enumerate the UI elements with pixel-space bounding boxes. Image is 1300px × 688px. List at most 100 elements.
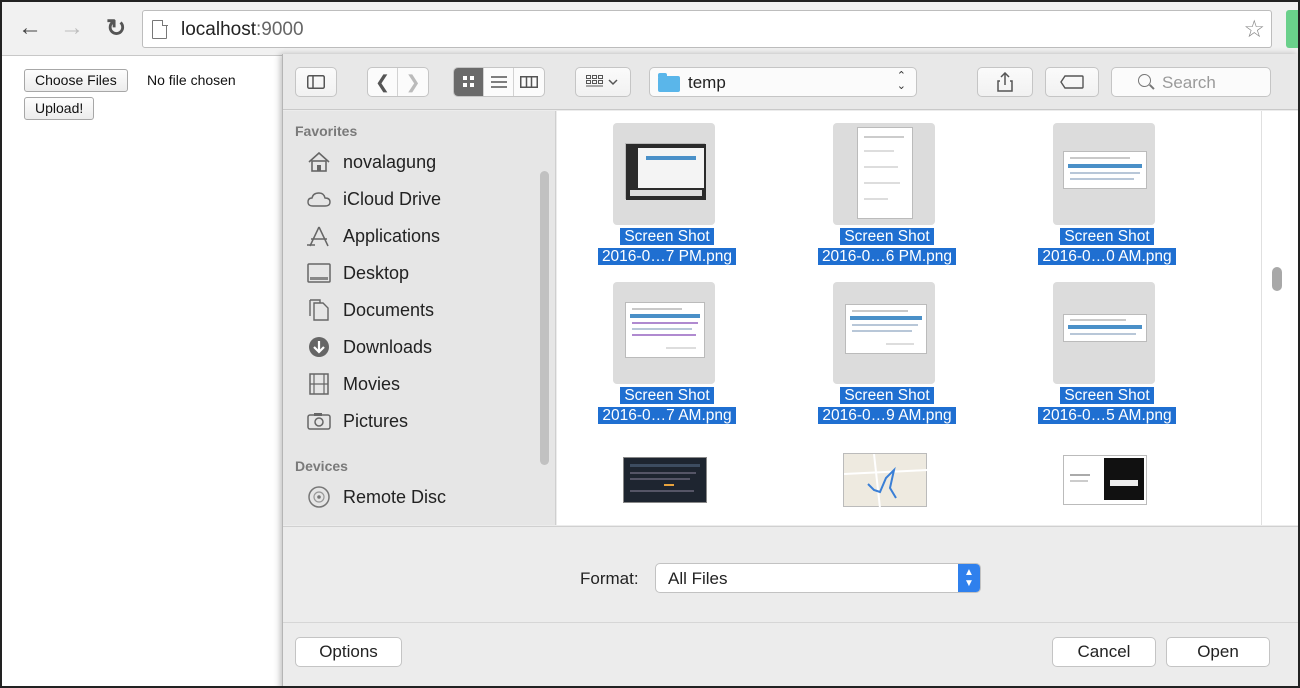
share-icon (997, 72, 1013, 92)
choose-files-button[interactable]: Choose Files (24, 69, 128, 92)
search-icon (1138, 74, 1151, 87)
sidebar-item-label: Downloads (343, 336, 433, 357)
upload-button[interactable]: Upload! (24, 97, 95, 120)
file-name-line2: 2016-0…7 PM.png (557, 247, 777, 267)
sidebar-item-remote-disc[interactable]: Remote Disc (307, 482, 446, 512)
movies-icon (307, 372, 331, 396)
dialog-button-bar: Options Cancel Open (283, 622, 1298, 686)
folder-popup[interactable]: temp ⌃ ⌄ (649, 67, 917, 97)
view-mode-group (453, 67, 545, 97)
sidebar-item-label: Movies (343, 373, 401, 394)
file-open-dialog: ❮ ❯ temp ⌃ ⌄ Search Favorites novalagung… (282, 54, 1298, 686)
documents-icon (307, 298, 331, 322)
file-tile[interactable]: Screen Shot 2016-0…9 AM.png (777, 276, 997, 436)
file-thumbnail (1063, 455, 1147, 505)
sidebar-item-label: Pictures (343, 410, 409, 431)
dialog-back-button[interactable]: ❮ (368, 68, 398, 96)
tag-icon (1060, 75, 1084, 89)
sidebar-item-movies[interactable]: Movies (307, 369, 400, 399)
updown-chevron-icon: ⌃ ⌄ (896, 70, 906, 92)
file-name-line2: 2016-0…9 AM.png (777, 406, 997, 426)
file-thumbnail (845, 304, 927, 354)
sidebar-item-desktop[interactable]: Desktop (307, 258, 409, 288)
file-name-text: 2016-0…9 AM.png (818, 407, 956, 424)
dialog-forward-button[interactable]: ❯ (398, 68, 428, 96)
file-name-line2: 2016-0…6 PM.png (777, 247, 997, 267)
file-tile[interactable]: Screen Shot 2016-0…6 PM.png (777, 117, 997, 277)
extension-icon[interactable] (1286, 10, 1298, 48)
options-button[interactable]: Options (295, 637, 402, 667)
tag-button[interactable] (1045, 67, 1099, 97)
sidebar-item-home[interactable]: novalagung (307, 147, 436, 177)
sidebar-item-documents[interactable]: Documents (307, 295, 434, 325)
file-tile[interactable] (557, 447, 777, 525)
file-name-line1: Screen Shot (997, 386, 1217, 406)
arrange-button[interactable] (575, 67, 631, 97)
file-thumbnail (857, 127, 913, 219)
file-name-text: Screen Shot (1060, 228, 1154, 245)
file-tile[interactable]: Screen Shot 2016-0…5 AM.png (997, 276, 1217, 436)
format-area: Format: All Files ▲ ▼ (283, 526, 1298, 622)
desktop-icon (307, 261, 331, 285)
reload-icon[interactable]: ↻ (102, 14, 130, 42)
file-name-line2: 2016-0…0 AM.png (997, 247, 1217, 267)
file-thumbnail (623, 457, 707, 503)
sidebar-item-label: Documents (343, 299, 435, 320)
file-thumbnail (843, 453, 928, 508)
sidebar-scrollbar[interactable] (540, 171, 549, 465)
url-text[interactable]: localhost:9000 (181, 19, 304, 41)
format-select[interactable]: All Files ▲ ▼ (655, 563, 981, 593)
file-name-text: 2016-0…6 PM.png (817, 248, 957, 265)
file-tile[interactable]: Screen Shot 2016-0…7 PM.png (557, 117, 777, 277)
file-name-text: 2016-0…0 AM.png (1038, 248, 1176, 265)
file-thumbnail (625, 302, 705, 358)
file-tile[interactable]: Screen Shot 2016-0…0 AM.png (997, 117, 1217, 277)
dialog-sidebar: Favorites novalagung iCloud Drive Applic… (283, 111, 556, 525)
back-arrow-icon[interactable]: ← (16, 14, 44, 42)
format-value: All Files (668, 569, 728, 588)
sidebar-toggle-icon (307, 75, 325, 89)
applications-icon (307, 224, 331, 248)
sidebar-toggle-button[interactable] (295, 67, 337, 97)
file-tile[interactable] (777, 447, 997, 525)
address-bar[interactable]: localhost:9000 ☆ (142, 10, 1272, 48)
scrollbar-knob[interactable] (1272, 267, 1282, 291)
format-label: Format: (580, 569, 639, 588)
devices-header: Devices (295, 458, 348, 474)
folder-icon (658, 73, 680, 92)
file-name-text: Screen Shot (840, 228, 934, 245)
browser-toolbar: ← → ↻ localhost:9000 ☆ (2, 2, 1298, 56)
bookmark-star-icon[interactable]: ☆ (1243, 15, 1265, 44)
file-name-line1: Screen Shot (557, 227, 777, 247)
search-field[interactable]: Search (1111, 67, 1271, 97)
sidebar-item-pictures[interactable]: Pictures (307, 406, 408, 436)
sidebar-item-applications[interactable]: Applications (307, 221, 440, 251)
share-button[interactable] (977, 67, 1033, 97)
file-tile[interactable]: Screen Shot 2016-0…7 AM.png (557, 276, 777, 436)
search-placeholder: Search (1162, 73, 1216, 92)
file-grid-scrollbar[interactable] (1261, 111, 1298, 525)
sidebar-item-label: novalagung (343, 151, 437, 172)
screen-frame: ← → ↻ localhost:9000 ☆ Choose Files No f… (0, 0, 1300, 688)
file-thumbnail (1063, 314, 1147, 342)
file-name-line2: 2016-0…5 AM.png (997, 406, 1217, 426)
list-view-button[interactable] (484, 68, 514, 96)
file-tile[interactable] (997, 447, 1217, 525)
favorites-header: Favorites (295, 123, 358, 139)
sidebar-item-downloads[interactable]: Downloads (307, 332, 432, 362)
pictures-icon (307, 409, 331, 433)
file-thumbnail (625, 143, 706, 200)
icon-view-button[interactable] (454, 68, 484, 96)
no-file-chosen-text: No file chosen (147, 72, 236, 88)
file-name-line2: 2016-0…7 AM.png (557, 406, 777, 426)
sidebar-item-icloud[interactable]: iCloud Drive (307, 184, 441, 214)
updown-chevron-icon: ▲ ▼ (958, 564, 980, 592)
dialog-toolbar: ❮ ❯ temp ⌃ ⌄ Search (283, 54, 1298, 110)
cancel-button[interactable]: Cancel (1052, 637, 1156, 667)
file-grid: Screen Shot 2016-0…7 PM.png Screen Shot … (557, 111, 1261, 525)
column-view-button[interactable] (514, 68, 544, 96)
forward-arrow-icon[interactable]: → (58, 14, 86, 42)
icon-view-icon (462, 76, 474, 87)
open-button[interactable]: Open (1166, 637, 1270, 667)
list-view-icon (490, 76, 507, 88)
